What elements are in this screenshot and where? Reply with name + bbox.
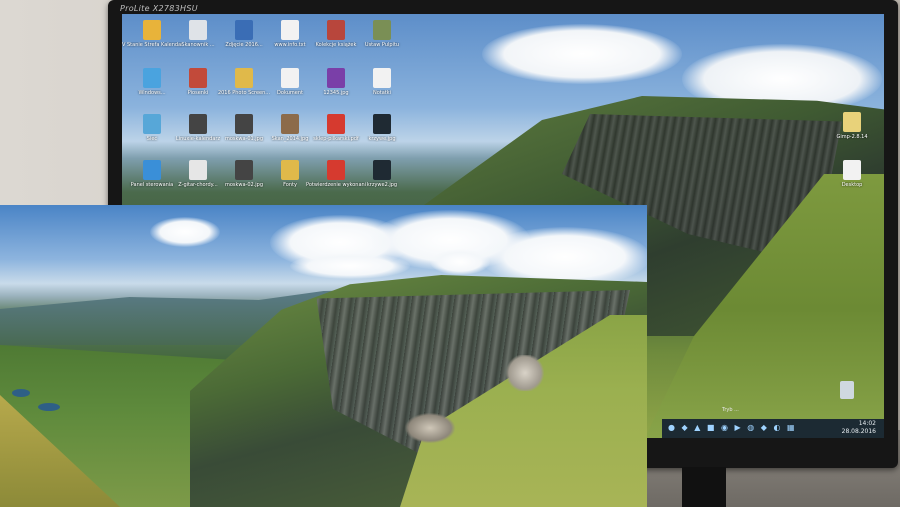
- file-icon: [281, 20, 299, 40]
- file-icon: [189, 160, 207, 180]
- file-icon: [373, 160, 391, 180]
- taskbar-date: 28.08.2016: [841, 428, 876, 435]
- file-icon: [143, 114, 161, 134]
- file-icon: [143, 20, 161, 40]
- photo-cloud: [430, 249, 490, 275]
- windows-taskbar[interactable]: ● ◆ ▲ ■ ◉ ▶ ◍ ◆ ◐ ▦ 14:02 28.08.2016: [662, 419, 884, 438]
- taskbar-clock[interactable]: 14:02 28.08.2016: [842, 420, 876, 436]
- desktop-icon-label: Desktop: [841, 182, 863, 188]
- file-icon: [189, 20, 207, 40]
- file-icon: [327, 20, 345, 40]
- taskbar-time: 14:02: [858, 420, 876, 427]
- taskbar-notice: Tryb ...: [722, 407, 739, 413]
- photo-cloud: [290, 253, 410, 279]
- monitor-brand-label: ProLite X2783HSU: [120, 4, 198, 13]
- file-icon: [843, 160, 861, 180]
- file-icon: [235, 114, 253, 134]
- photo-boulder: [405, 413, 455, 443]
- desktop-icon[interactable]: krzywe.jpg: [352, 114, 412, 142]
- desktop-icon[interactable]: Desktop: [822, 160, 882, 188]
- overlay-photo: [0, 205, 647, 507]
- file-icon: [235, 20, 253, 40]
- file-icon: [143, 160, 161, 180]
- file-icon: [843, 112, 861, 132]
- file-icon: [327, 160, 345, 180]
- file-icon: [143, 68, 161, 88]
- taskbar-tray-icons[interactable]: ● ◆ ▲ ■ ◉ ▶ ◍ ◆ ◐ ▦: [668, 423, 797, 432]
- file-icon: [281, 160, 299, 180]
- file-icon: [327, 68, 345, 88]
- file-icon: [235, 68, 253, 88]
- file-icon: [189, 114, 207, 134]
- monitor-stand: [682, 467, 726, 507]
- file-icon: [235, 160, 253, 180]
- desktop-icon-label: Gimp-2.8.14: [836, 134, 868, 140]
- photo-lake: [12, 389, 30, 397]
- file-icon: [373, 20, 391, 40]
- desktop-icon[interactable]: Notatki: [352, 68, 412, 96]
- photo-lake: [38, 403, 60, 411]
- desktop-icon-label: krzywe.jpg: [368, 136, 396, 142]
- desktop-icon-label: Notatki: [372, 90, 392, 96]
- file-icon: [281, 114, 299, 134]
- desktop-icon-label: Ustaw Pulpitu: [364, 42, 400, 48]
- file-icon: [327, 114, 345, 134]
- photo-rock-cairn: [505, 355, 545, 391]
- desktop-icon[interactable]: Ustaw Pulpitu: [352, 20, 412, 48]
- photo-cloud: [150, 217, 220, 247]
- desktop-icon[interactable]: krzywe2.jpg: [352, 160, 412, 188]
- desktop-icon[interactable]: Gimp-2.8.14: [822, 112, 882, 140]
- file-icon: [373, 114, 391, 134]
- file-icon: [281, 68, 299, 88]
- desktop-icon-label: krzywe2.jpg: [366, 182, 398, 188]
- file-icon: [373, 68, 391, 88]
- recycle-bin-icon[interactable]: [840, 381, 854, 399]
- screen-cloud: [482, 24, 682, 84]
- file-icon: [189, 68, 207, 88]
